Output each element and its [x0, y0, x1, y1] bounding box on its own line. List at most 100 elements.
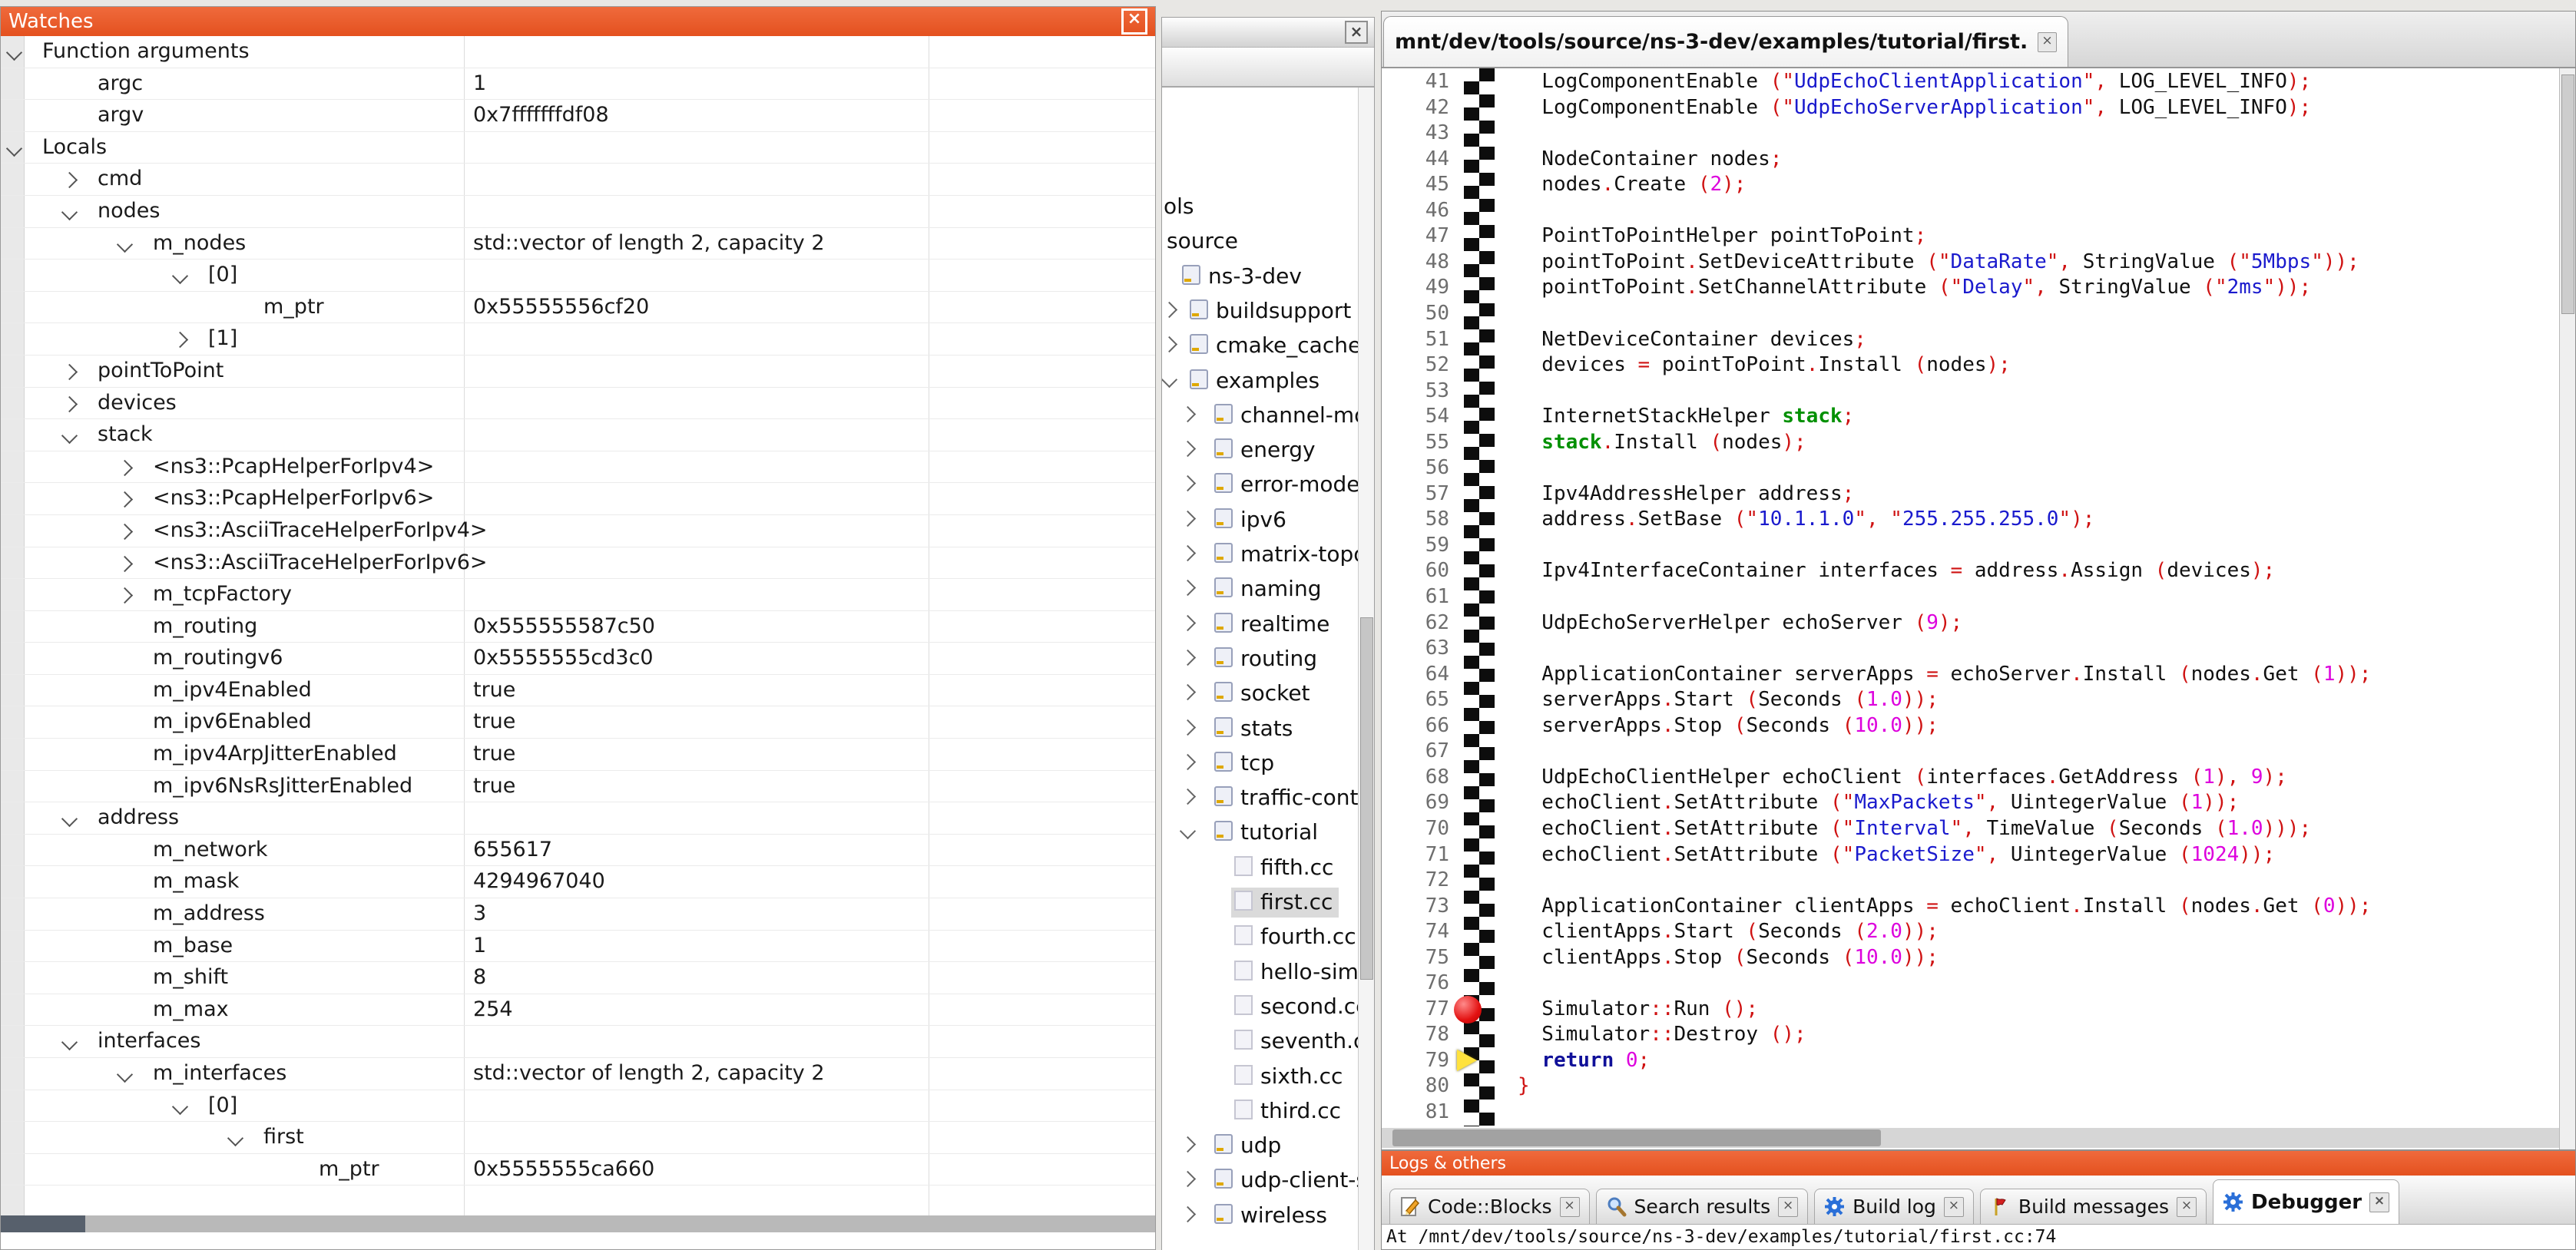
line-number[interactable]: 63 [1382, 637, 1449, 660]
watch-row[interactable]: m_ipv6NsRsJitterEnabledtrue [1, 771, 1155, 803]
code-line-55[interactable]: 55 stack.Install (nodes); [1382, 429, 2575, 455]
code-line-68[interactable]: 68 UdpEchoClientHelper echoClient (inter… [1382, 764, 2575, 790]
chevron-right-icon[interactable] [61, 395, 78, 412]
chevron-down-icon[interactable] [117, 1066, 133, 1083]
tree-item-fifth-cc[interactable]: fifth.cc [1162, 848, 1374, 883]
logs-tab-debugger[interactable]: Debugger× [2213, 1179, 2399, 1224]
scrollbar-thumb[interactable] [2561, 74, 2574, 314]
watch-row[interactable]: m_interfacesstd::vector of length 2, cap… [1, 1058, 1155, 1090]
line-number[interactable]: 46 [1382, 199, 1449, 222]
scrollbar-thumb[interactable] [1360, 617, 1373, 980]
code-line-79[interactable]: 79 return 0; [1382, 1047, 2575, 1073]
watch-row[interactable]: Locals [1, 132, 1155, 164]
tree-item-buildsupport[interactable]: buildsupport [1162, 292, 1374, 326]
close-icon[interactable]: × [1778, 1197, 1798, 1217]
chevron-right-icon[interactable] [61, 364, 78, 380]
close-icon[interactable]: × [1944, 1197, 1964, 1217]
code-line-73[interactable]: 73 ApplicationContainer clientApps = ech… [1382, 893, 2575, 919]
chevron-right-icon[interactable] [1180, 754, 1196, 770]
line-number[interactable]: 44 [1382, 147, 1449, 170]
code-line-76[interactable]: 76 [1382, 970, 2575, 996]
tree-item-udp[interactable]: udp [1162, 1126, 1374, 1161]
close-icon[interactable]: × [2038, 32, 2057, 52]
code-line-67[interactable]: 67 [1382, 738, 2575, 764]
chevron-right-icon[interactable] [117, 460, 133, 476]
code-line-60[interactable]: 60 Ipv4InterfaceContainer interfaces = a… [1382, 557, 2575, 584]
tree-item-sixth-cc[interactable]: sixth.cc [1162, 1057, 1374, 1092]
code-line-43[interactable]: 43 [1382, 120, 2575, 146]
watch-row[interactable]: m_nodesstd::vector of length 2, capacity… [1, 228, 1155, 260]
tree-item-first-cc[interactable]: first.cc [1162, 883, 1374, 918]
tree-item-source[interactable]: source [1162, 222, 1374, 256]
tree-item-wireless[interactable]: wireless [1162, 1196, 1374, 1231]
line-number[interactable]: 41 [1382, 70, 1449, 93]
line-number[interactable]: 67 [1382, 739, 1449, 762]
chevron-right-icon[interactable] [1180, 614, 1196, 630]
chevron-right-icon[interactable] [61, 172, 78, 188]
watch-row[interactable]: m_network655617 [1, 835, 1155, 867]
line-number[interactable]: 62 [1382, 611, 1449, 634]
chevron-right-icon[interactable] [1162, 302, 1177, 318]
code-area[interactable]: 41 LogComponentEnable ("UdpEchoClientApp… [1382, 68, 2575, 1149]
tree-vertical-scrollbar[interactable] [1358, 88, 1374, 1250]
watch-row[interactable]: Function arguments [1, 36, 1155, 68]
code-line-61[interactable]: 61 [1382, 584, 2575, 610]
line-number[interactable]: 77 [1382, 997, 1449, 1020]
code-line-56[interactable]: 56 [1382, 455, 2575, 481]
chevron-down-icon[interactable] [61, 204, 78, 220]
code-line-49[interactable]: 49 pointToPoint.SetChannelAttribute ("De… [1382, 274, 2575, 300]
line-number[interactable]: 53 [1382, 379, 1449, 402]
watch-row[interactable]: pointToPoint [1, 355, 1155, 388]
chevron-down-icon[interactable] [1162, 371, 1177, 387]
chevron-right-icon[interactable] [117, 491, 133, 508]
tree-titlebar[interactable]: × [1162, 18, 1374, 48]
chevron-right-icon[interactable] [1180, 545, 1196, 561]
line-number[interactable]: 56 [1382, 456, 1449, 479]
watch-row[interactable]: interfaces [1, 1026, 1155, 1058]
watch-row[interactable]: first [1, 1122, 1155, 1154]
code-line-47[interactable]: 47 PointToPointHelper pointToPoint; [1382, 223, 2575, 249]
line-number[interactable]: 81 [1382, 1100, 1449, 1123]
code-line-41[interactable]: 41 LogComponentEnable ("UdpEchoClientApp… [1382, 68, 2575, 94]
chevron-right-icon[interactable] [1180, 684, 1196, 700]
code-line-78[interactable]: 78 Simulator::Destroy (); [1382, 1021, 2575, 1047]
line-number[interactable]: 43 [1382, 121, 1449, 144]
line-number[interactable]: 72 [1382, 868, 1449, 891]
line-number[interactable]: 61 [1382, 585, 1449, 608]
watch-row[interactable]: [0] [1, 260, 1155, 292]
code-line-64[interactable]: 64 ApplicationContainer serverApps = ech… [1382, 661, 2575, 687]
line-number[interactable]: 64 [1382, 663, 1449, 686]
chevron-down-icon[interactable] [6, 45, 22, 61]
code-line-42[interactable]: 42 LogComponentEnable ("UdpEchoServerApp… [1382, 94, 2575, 121]
line-number[interactable]: 58 [1382, 508, 1449, 531]
code-line-54[interactable]: 54 InternetStackHelper stack; [1382, 403, 2575, 429]
tree-item-tutorial[interactable]: tutorial [1162, 813, 1374, 848]
tree-item-socket[interactable]: socket [1162, 674, 1374, 709]
code-line-63[interactable]: 63 [1382, 635, 2575, 661]
code-line-48[interactable]: 48 pointToPoint.SetDeviceAttribute ("Dat… [1382, 249, 2575, 275]
line-number[interactable]: 65 [1382, 688, 1449, 711]
chevron-down-icon[interactable] [172, 268, 188, 284]
line-number[interactable]: 70 [1382, 817, 1449, 840]
tree-item-tcp[interactable]: tcp [1162, 744, 1374, 779]
code-line-53[interactable]: 53 [1382, 378, 2575, 404]
chevron-down-icon[interactable] [61, 811, 78, 827]
code-line-77[interactable]: 77 Simulator::Run (); [1382, 996, 2575, 1022]
chevron-right-icon[interactable] [1180, 719, 1196, 735]
code-line-58[interactable]: 58 address.SetBase ("10.1.1.0", "255.255… [1382, 506, 2575, 532]
line-number[interactable]: 45 [1382, 173, 1449, 196]
breakpoint-marker[interactable] [1454, 996, 1482, 1023]
tree-item-traffic-contro[interactable]: traffic-contro [1162, 779, 1374, 813]
code-line-70[interactable]: 70 echoClient.SetAttribute ("Interval", … [1382, 815, 2575, 842]
code-line-52[interactable]: 52 devices = pointToPoint.Install (nodes… [1382, 352, 2575, 378]
code-line-59[interactable]: 59 [1382, 532, 2575, 558]
line-number[interactable]: 57 [1382, 482, 1449, 505]
watches-titlebar[interactable]: Watches × [1, 7, 1155, 36]
code-line-62[interactable]: 62 UdpEchoServerHelper echoServer (9); [1382, 610, 2575, 636]
line-number[interactable]: 47 [1382, 224, 1449, 247]
watch-row[interactable]: m_mask4294967040 [1, 866, 1155, 898]
tree-item-hello-simul[interactable]: hello-simul [1162, 953, 1374, 987]
tree-item-udp-client-ser[interactable]: udp-client-ser [1162, 1161, 1374, 1195]
chevron-down-icon[interactable] [61, 428, 78, 444]
line-number[interactable]: 50 [1382, 302, 1449, 325]
